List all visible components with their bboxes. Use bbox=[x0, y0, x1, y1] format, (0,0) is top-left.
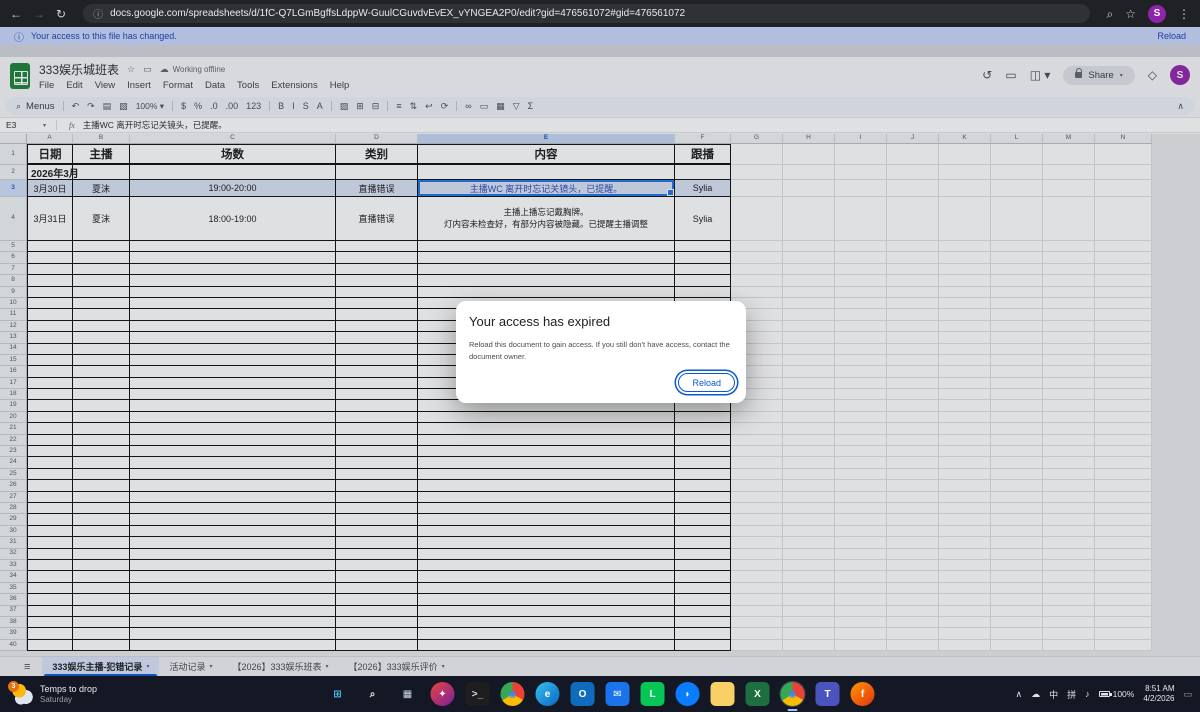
weather-title: Temps to drop bbox=[40, 684, 97, 695]
battery-icon bbox=[1099, 691, 1110, 697]
browser-profile-avatar[interactable]: S bbox=[1148, 5, 1166, 23]
chrome-active-icon[interactable]: ◉ bbox=[781, 682, 805, 706]
chrome-icon[interactable]: ◉ bbox=[501, 682, 525, 706]
dialog-body: Reload this document to gain access. If … bbox=[469, 339, 733, 362]
access-changed-message: Your access to this file has changed. bbox=[31, 31, 177, 41]
line-icon[interactable]: L bbox=[641, 682, 665, 706]
start-icon[interactable]: ⊞ bbox=[326, 682, 350, 706]
access-changed-bar: ⓘ Your access to this file has changed. … bbox=[0, 27, 1200, 45]
terminal-icon[interactable]: >_ bbox=[466, 682, 490, 706]
back-icon[interactable]: ← bbox=[10, 8, 22, 20]
task-view-icon[interactable]: ▦ bbox=[396, 682, 420, 706]
search-tabs-icon[interactable]: ⌕ bbox=[1107, 8, 1114, 20]
excel-icon[interactable]: X bbox=[746, 682, 770, 706]
bookmark-star-icon[interactable]: ☆ bbox=[1125, 8, 1136, 20]
weather-subtitle: Saturday bbox=[40, 695, 97, 705]
onedrive-icon[interactable]: ☁ bbox=[1031, 689, 1040, 700]
teams-icon[interactable]: T bbox=[816, 682, 840, 706]
search-icon[interactable]: ⌕ bbox=[361, 682, 385, 706]
notification-center-icon[interactable]: ▭ bbox=[1183, 689, 1192, 700]
access-expired-dialog: Your access has expired Reload this docu… bbox=[456, 301, 746, 403]
windows-taskbar: 3 Temps to drop Saturday ⊞ ⌕ ▦ ✦ >_ ◉ eO ✉ L ◗ X ◉ T… bbox=[0, 676, 1200, 712]
forward-icon[interactable]: → bbox=[33, 8, 45, 20]
outlook-icon[interactable]: O bbox=[571, 682, 595, 706]
dialog-title: Your access has expired bbox=[469, 314, 733, 329]
taskbar-apps: ⊞ ⌕ ▦ ✦ >_ ◉ eO ✉ L ◗ X ◉ Tf bbox=[326, 676, 875, 712]
weather-widget[interactable]: 3 Temps to drop Saturday bbox=[8, 676, 101, 712]
info-icon: ⓘ bbox=[14, 29, 24, 44]
reload-button[interactable]: Reload bbox=[678, 373, 735, 392]
tray-icons: ∧ ☁ 中拼 ♪ bbox=[1015, 688, 1089, 701]
address-bar[interactable]: ⓘ docs.google.com/spreadsheets/d/1fC-Q7L… bbox=[83, 4, 1089, 23]
messenger-icon[interactable]: ◗ bbox=[676, 682, 700, 706]
clock-time: 8:51 AM bbox=[1143, 684, 1174, 694]
weather-badge: 3 bbox=[8, 681, 19, 692]
file-explorer-icon[interactable] bbox=[711, 682, 735, 706]
system-tray: ∧ ☁ 中拼 ♪ 100% 8:51 AM 4/2/2026 ▭ bbox=[1015, 676, 1192, 712]
edge-icon[interactable]: e bbox=[536, 682, 560, 706]
site-info-icon[interactable]: ⓘ bbox=[93, 6, 103, 21]
mail-icon[interactable]: ✉ bbox=[606, 682, 630, 706]
taskbar-clock[interactable]: 8:51 AM 4/2/2026 bbox=[1143, 684, 1174, 705]
battery-percent: 100% bbox=[1113, 689, 1135, 699]
bar-reload-link[interactable]: Reload bbox=[1157, 31, 1186, 41]
photos-icon[interactable]: ✦ bbox=[431, 682, 455, 706]
titlebar-actions: ⌕ ☆ S ⋮ bbox=[1107, 5, 1191, 23]
browser-menu-icon[interactable]: ⋮ bbox=[1178, 8, 1190, 20]
ime-pinyin-indicator[interactable]: 拼 bbox=[1067, 688, 1076, 701]
ime-language-indicator[interactable]: 中 bbox=[1049, 688, 1058, 701]
weather-icon: 3 bbox=[12, 684, 33, 705]
url-text[interactable]: docs.google.com/spreadsheets/d/1fC-Q7LGm… bbox=[110, 8, 685, 19]
battery-indicator[interactable]: 100% bbox=[1099, 689, 1135, 699]
clock-date: 4/2/2026 bbox=[1143, 694, 1174, 704]
browser-titlebar: ← → ↻ ⓘ docs.google.com/spreadsheets/d/1… bbox=[0, 0, 1200, 27]
volume-icon[interactable]: ♪ bbox=[1085, 689, 1090, 699]
firefox-icon[interactable]: f bbox=[851, 682, 875, 706]
refresh-icon[interactable]: ↻ bbox=[56, 8, 66, 20]
hidden-icons-chevron[interactable]: ∧ bbox=[1015, 689, 1022, 700]
